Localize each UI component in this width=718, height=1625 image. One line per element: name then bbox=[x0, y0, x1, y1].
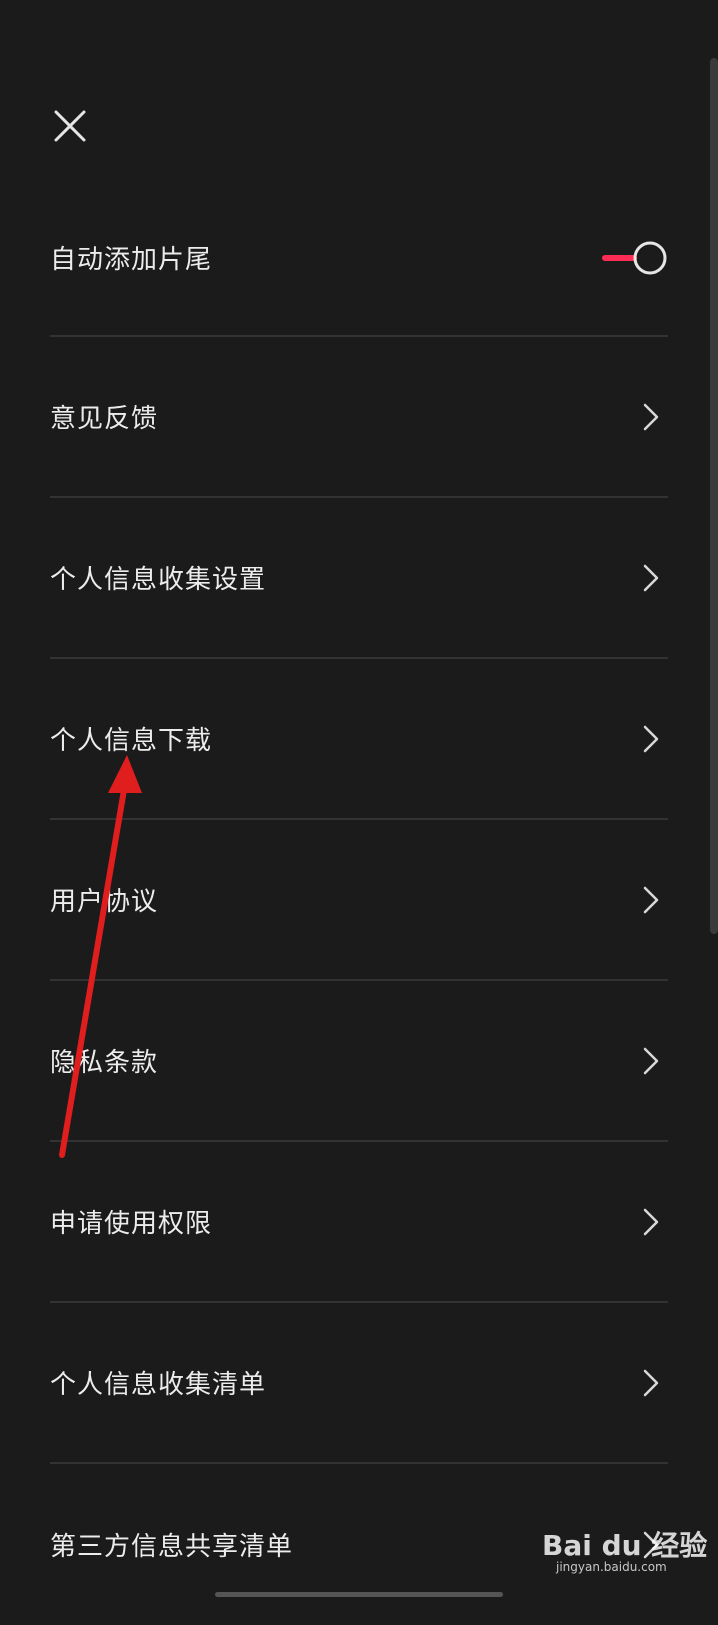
chevron-right-icon bbox=[643, 1369, 659, 1396]
menu-item-label: 个人信息收集清单 bbox=[50, 1370, 267, 1400]
chevron-right-icon bbox=[643, 1047, 659, 1074]
menu-item-label: 用户协议 bbox=[50, 887, 159, 917]
home-indicator[interactable] bbox=[215, 1592, 503, 1597]
menu-item-personal-info-collection-settings[interactable]: 个人信息收集设置 bbox=[50, 498, 668, 659]
menu-item-privacy-terms[interactable]: 隐私条款 bbox=[50, 981, 668, 1142]
menu-item-label: 第三方信息共享清单 bbox=[50, 1532, 294, 1562]
close-icon bbox=[54, 110, 86, 142]
menu-item-label: 个人信息收集设置 bbox=[50, 565, 267, 595]
chevron-right-icon bbox=[643, 564, 659, 591]
menu-item-label: 自动添加片尾 bbox=[50, 245, 213, 275]
chevron-right-icon bbox=[643, 403, 659, 430]
menu-item-permission-requests[interactable]: 申请使用权限 bbox=[50, 1142, 668, 1303]
auto-add-ending-toggle[interactable] bbox=[602, 240, 668, 276]
menu-item-auto-add-ending[interactable]: 自动添加片尾 bbox=[50, 180, 668, 337]
close-button[interactable] bbox=[50, 106, 90, 146]
chevron-right-icon bbox=[643, 725, 659, 752]
menu-item-label: 个人信息下载 bbox=[50, 726, 213, 756]
settings-menu: 自动添加片尾 意见反馈 个人信息收集设置 个人信息下载 用户协议 隐私条款 申请… bbox=[50, 180, 668, 1625]
menu-item-label: 意见反馈 bbox=[50, 404, 159, 434]
menu-item-feedback[interactable]: 意见反馈 bbox=[50, 337, 668, 498]
menu-item-personal-info-download[interactable]: 个人信息下载 bbox=[50, 659, 668, 820]
menu-item-third-party-sharing-list[interactable]: 第三方信息共享清单 bbox=[50, 1464, 668, 1625]
menu-item-personal-info-collection-list[interactable]: 个人信息收集清单 bbox=[50, 1303, 668, 1464]
chevron-right-icon bbox=[643, 1531, 659, 1558]
menu-item-label: 隐私条款 bbox=[50, 1048, 159, 1078]
chevron-right-icon bbox=[643, 886, 659, 913]
menu-item-user-agreement[interactable]: 用户协议 bbox=[50, 820, 668, 981]
chevron-right-icon bbox=[643, 1208, 659, 1235]
scrollbar[interactable] bbox=[710, 58, 718, 934]
menu-item-label: 申请使用权限 bbox=[50, 1209, 213, 1239]
